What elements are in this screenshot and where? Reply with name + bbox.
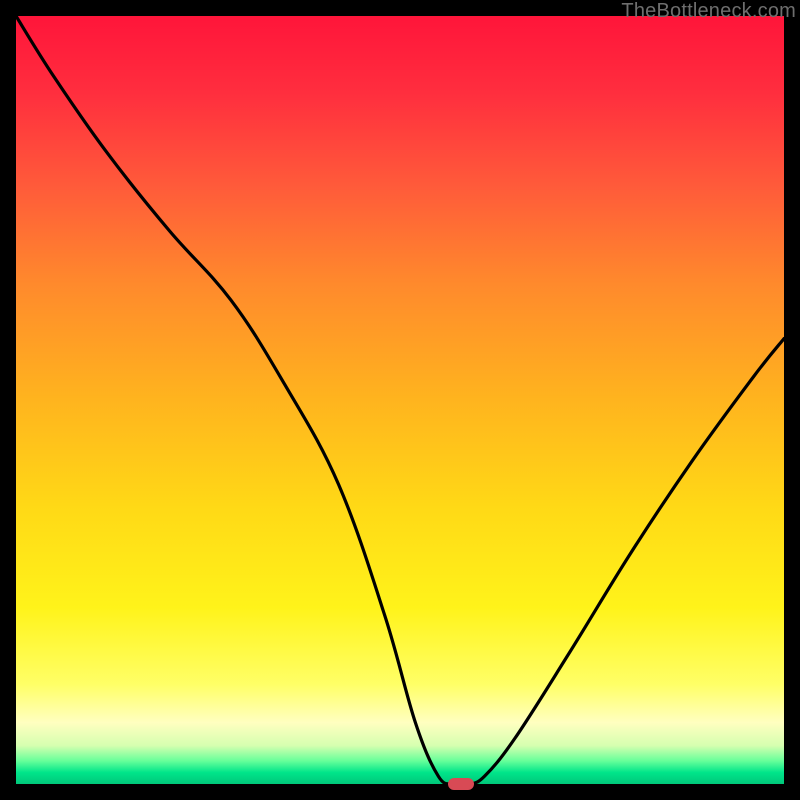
chart-container: TheBottleneck.com [0, 0, 800, 800]
watermark-text: TheBottleneck.com [621, 0, 796, 23]
bottleneck-curve [16, 16, 784, 784]
optimal-marker [448, 778, 474, 790]
plot-area [16, 16, 784, 784]
